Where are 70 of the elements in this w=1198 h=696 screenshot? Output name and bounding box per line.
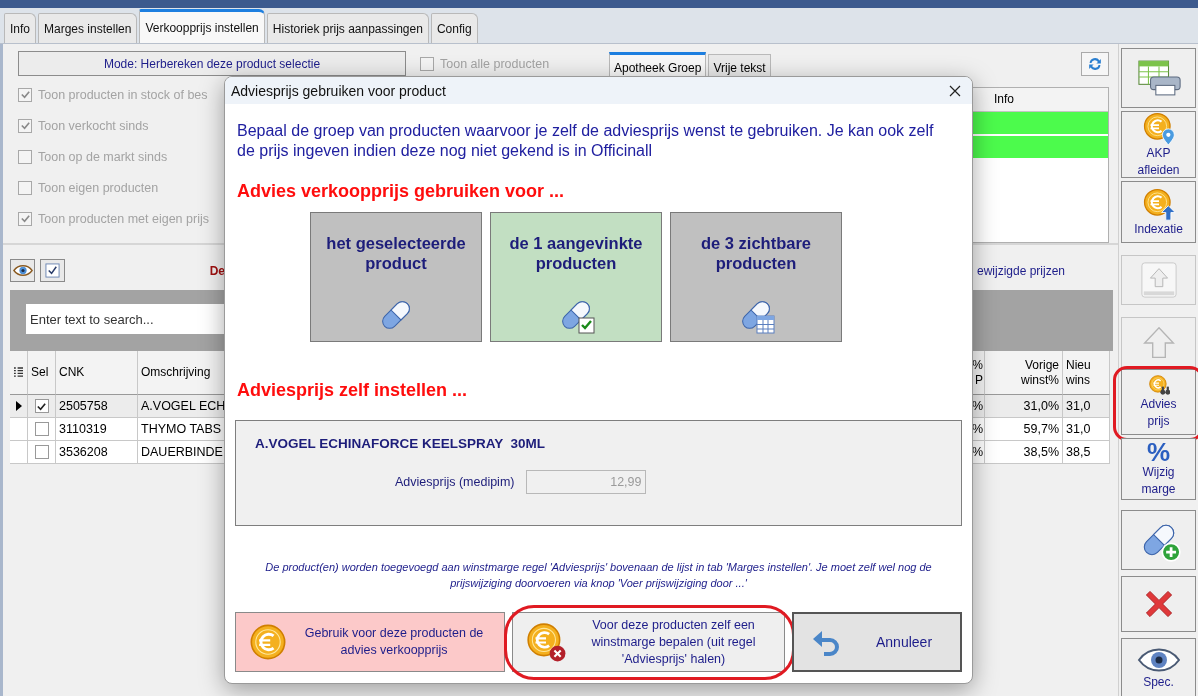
euro-coin-icon	[248, 622, 288, 662]
column-header: Info	[993, 91, 1015, 109]
row-pointer-icon	[15, 401, 22, 411]
toolbar-button[interactable]: AKP afleiden	[1121, 111, 1196, 178]
checkbox-label: Toon eigen producten	[38, 180, 159, 195]
up-arrow-to-top-icon	[1139, 261, 1178, 299]
toolbar-button[interactable]: Indexatie	[1121, 181, 1196, 243]
notice-text: ewijzigde prijzen	[977, 263, 1066, 278]
euro-coin-cross-icon	[525, 621, 567, 663]
window-title: Adviesprijs gebruiken voor product	[231, 82, 446, 99]
table-cell: 31,0%	[985, 395, 1063, 418]
refresh-icon	[1086, 55, 1104, 73]
checkbox-label: Toon verkocht sinds	[38, 118, 149, 133]
checkbox[interactable]	[34, 399, 49, 413]
table-cell: 2505758	[56, 395, 138, 418]
checkbox[interactable]	[34, 422, 49, 436]
toolbar-button[interactable]: Advies prijs	[1121, 369, 1196, 435]
cancel-button[interactable]: Annuleer	[792, 612, 962, 672]
table-cell: 59,7%	[985, 418, 1063, 441]
notice-text: De	[209, 263, 225, 278]
table-cell: 31,0	[1063, 395, 1110, 418]
view-button[interactable]	[10, 259, 35, 282]
table-cell: 38,5	[1063, 441, 1110, 464]
action-button[interactable]: Gebruik voor deze producten de advies verkoopprijs	[235, 612, 505, 672]
column-header[interactable]: Nieu wins	[1063, 351, 1110, 395]
option-tile[interactable]: het geselecteerde product	[310, 212, 482, 342]
checkbox-icon	[45, 263, 60, 278]
instruction-text: Bepaal de groep van producten waarvoor je zelf de adviesprijs wenst te gebruiken. Je kan ook zelf de prijs ingeven indien deze nog niet gekend is in Officinall	[237, 121, 935, 161]
up-arrow-icon	[1140, 325, 1177, 361]
euro-coin-pin-icon	[1141, 110, 1176, 145]
table-cell: 31,0	[1063, 418, 1110, 441]
checkbox-label: Toon producten in stock of bes	[38, 87, 208, 102]
tab[interactable]: Config	[430, 13, 478, 43]
table-cell: 38,5%	[985, 441, 1063, 464]
toolbar-button[interactable]	[1121, 510, 1196, 570]
checkbox-label: Toon op de markt sinds	[38, 149, 168, 164]
column-header[interactable]: CNK	[56, 351, 138, 395]
table-cell: 3536208	[56, 441, 138, 464]
option-tile[interactable]: de 1 aangevinkte producten	[490, 212, 662, 342]
close-icon	[949, 84, 961, 97]
section-heading: Advies verkoopprijs gebruiken voor ...	[237, 180, 566, 202]
tab[interactable]: Info	[4, 13, 36, 43]
row-header-cell[interactable]	[10, 418, 28, 441]
checkbox[interactable]	[34, 445, 49, 459]
option-tile[interactable]: de 3 zichtbare producten	[670, 212, 842, 342]
euro-coin-up-icon	[1141, 186, 1176, 221]
euro-coin-binoculars-icon	[1147, 374, 1170, 396]
mode-button[interactable]: Mode: Herbereken deze product selectie	[18, 51, 406, 76]
tab[interactable]: Marges instellen	[38, 13, 138, 43]
refresh-button[interactable]	[1081, 52, 1109, 76]
row-header-cell[interactable]	[10, 441, 28, 464]
section-heading: Adviesprijs zelf instellen ...	[237, 379, 469, 401]
toolbar-button[interactable]: Spec.	[1121, 638, 1196, 696]
note-text: De product(en) worden toegevoegd aan winstmarge regel 'Adviesprijs' bovenaan de lijst in tab 'Marges instellen'. Je moet zelf wel nog de prijswijziging doorvoeren via knop 'Voer prijswijziging door ...'	[264, 560, 933, 591]
tab[interactable]: Historiek prijs aanpassingen	[266, 13, 429, 43]
toolbar-button[interactable]: % Wijzig marge	[1121, 438, 1196, 500]
field-label: Adviesprijs (medipim)	[395, 475, 515, 489]
column-header[interactable]: Vorige winst%	[985, 351, 1063, 395]
eye-icon	[12, 264, 33, 277]
column-header[interactable]: Sel	[28, 351, 56, 395]
column-chooser-icon[interactable]	[10, 351, 28, 395]
toolbar-button[interactable]	[1121, 576, 1196, 632]
action-button[interactable]: Voor deze producten zelf een winstmarge bepalen (uit regel 'Adviesprijs' halen)	[512, 612, 785, 672]
checkbox-label: Toon alle producten	[440, 56, 550, 71]
check-all-button[interactable]	[40, 259, 65, 282]
toolbar-button[interactable]	[1121, 48, 1196, 108]
row-header-cell[interactable]	[10, 395, 28, 418]
checkbox-label: Toon producten met eigen prijs	[38, 211, 209, 226]
tab[interactable]: Verkoopprijs instellen	[139, 9, 265, 43]
table-cell: 3110319	[56, 418, 138, 441]
